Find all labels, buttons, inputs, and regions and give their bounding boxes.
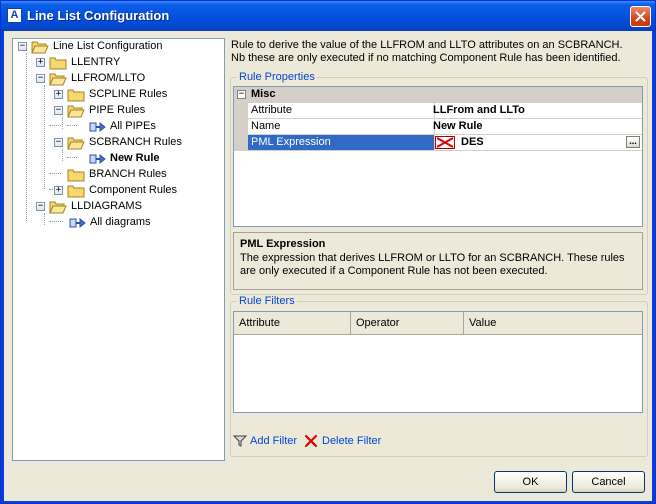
folder-open-icon [49,73,67,86]
collapse-icon[interactable]: − [36,74,45,83]
tree-node-label: SCBRANCH Rules [89,136,182,148]
config-tree[interactable]: − Line List Configuration + LLENTRY − LL… [12,38,225,461]
property-row-attribute[interactable]: Attribute LLFrom and LLTo [234,103,642,119]
dialog-window: A Line List Configuration − Line List Co… [0,0,656,504]
description-line-2: Nb these are only executed if no matchin… [231,52,621,64]
folder-open-icon [49,201,67,214]
edit-expression-button[interactable]: ... [626,136,640,148]
column-header-attribute[interactable]: Attribute [234,312,351,334]
close-button[interactable] [630,6,651,27]
close-icon [635,11,646,22]
folder-closed-icon [67,185,85,198]
tree-node-label: LLENTRY [71,56,121,68]
property-value[interactable]: LLFrom and LLTo [433,103,642,119]
rule-filters-label: Rule Filters [237,295,297,307]
ok-button[interactable]: OK [494,471,567,493]
folder-open-icon [67,137,85,150]
add-filter-button[interactable]: Add Filter [233,434,303,450]
column-header-operator[interactable]: Operator [351,312,464,334]
column-header-value[interactable]: Value [464,312,642,334]
rule-filters-table[interactable]: Attribute Operator Value [233,311,643,413]
rule-icon [69,217,86,229]
table-header: Attribute Operator Value [234,312,642,335]
help-title: PML Expression [240,238,326,250]
description-line-1: Rule to derive the value of the LLFROM a… [231,39,623,51]
folder-closed-icon [49,57,67,70]
tree-node-label: SCPLINE Rules [89,88,168,100]
window-title: Line List Configuration [27,8,170,23]
pml-expression-value: DES [461,136,484,148]
tree-node-label: LLFROM/LLTO [71,72,146,84]
folder-open-icon [31,41,49,54]
tree-node-label: Component Rules [89,184,178,196]
property-value-pml-expression[interactable]: DES ... [433,135,642,151]
property-help-panel: PML Expression The expression that deriv… [233,232,643,290]
collapse-icon[interactable]: − [54,138,63,147]
expand-icon[interactable]: + [54,186,63,195]
property-row-name[interactable]: Name New Rule [234,119,642,135]
collapse-icon[interactable]: − [54,106,63,115]
help-text: The expression that derives LLFROM or LL… [240,252,625,277]
folder-closed-icon [67,89,85,102]
rule-icon [89,153,106,165]
rule-description: Rule to derive the value of the LLFROM a… [231,39,641,65]
property-name: PML Expression [248,135,435,151]
property-value[interactable]: New Rule [433,119,642,135]
tree-node-label: BRANCH Rules [89,168,167,180]
property-category-misc[interactable]: − Misc [234,87,642,103]
delete-filter-button[interactable]: Delete Filter [304,434,384,450]
expand-icon[interactable]: + [36,58,45,67]
folder-closed-icon [67,169,85,182]
dialog-client-area: − Line List Configuration + LLENTRY − LL… [4,31,652,501]
tree-node-label: All diagrams [90,216,151,228]
property-row-pml-expression[interactable]: PML Expression DES ... [234,135,642,151]
filter-icon [233,435,247,447]
invalid-expression-icon [435,136,455,149]
title-bar[interactable]: A Line List Configuration [1,1,655,31]
property-grid[interactable]: − Misc Attribute LLFrom and LLTo Name Ne… [233,86,643,227]
folder-open-icon [67,105,85,118]
cancel-button[interactable]: Cancel [572,471,645,493]
rule-icon [89,121,106,133]
property-name: Name [248,119,435,135]
tree-node-label: Line List Configuration [53,40,163,52]
rule-properties-label: Rule Properties [237,71,317,83]
property-name: Attribute [248,103,435,119]
expand-icon[interactable]: + [54,90,63,99]
app-icon: A [7,8,22,23]
tree-node-label: All PIPEs [110,120,156,132]
category-label: Misc [251,88,276,100]
collapse-icon[interactable]: − [18,42,27,51]
collapse-icon[interactable]: − [237,90,246,99]
tree-node-label: New Rule [110,152,160,164]
collapse-icon[interactable]: − [36,202,45,211]
tree-node-label: PIPE Rules [89,104,146,116]
tree-node-label: LLDIAGRAMS [71,200,142,212]
delete-icon [304,434,318,448]
